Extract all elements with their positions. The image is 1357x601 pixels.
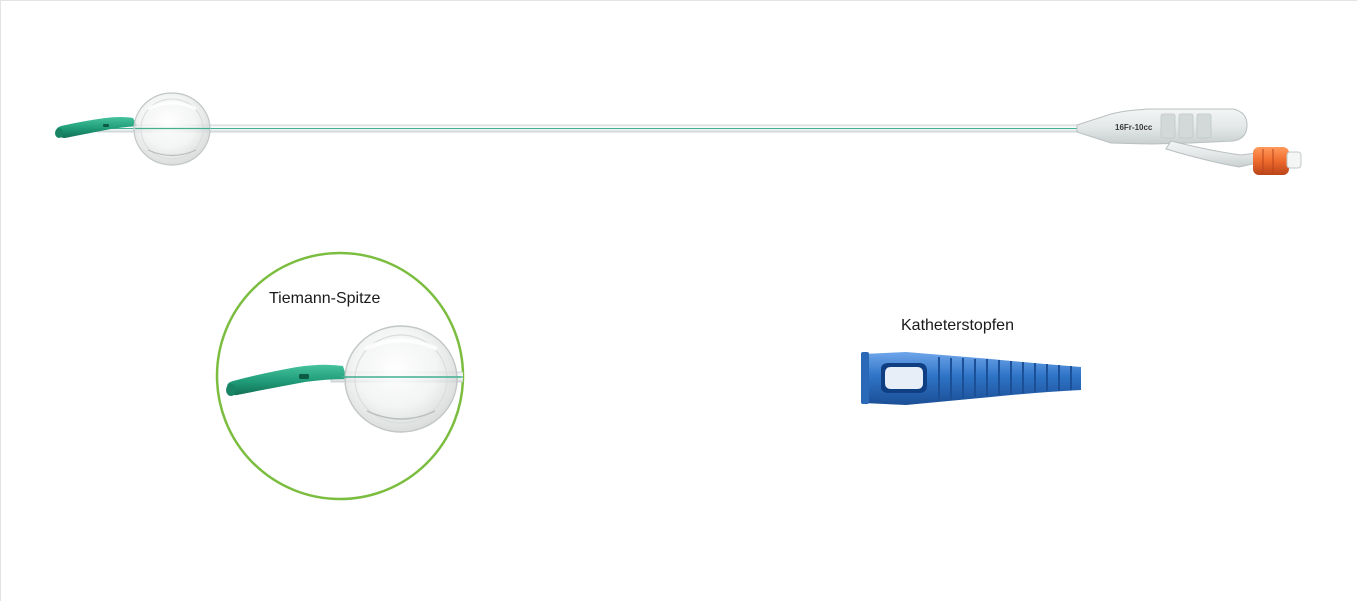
catheter-stopper-label: Katheterstopfen [901,317,1014,334]
catheter-size-print: 16Fr-10cc [1115,123,1153,132]
inflation-arm [1165,140,1258,168]
tiemann-tip-label: Tiemann-Spitze [269,290,381,307]
catheter-main: 16Fr-10cc [55,92,1302,175]
catheter-illustration: 16Fr-10cc [55,92,1302,501]
catheter-stopper-icon [861,352,1081,405]
valve-orange-icon [1253,147,1289,175]
product-image-panel: 16Fr-10cc Tiemann-Spitze Katheterstopfen [0,0,1357,601]
